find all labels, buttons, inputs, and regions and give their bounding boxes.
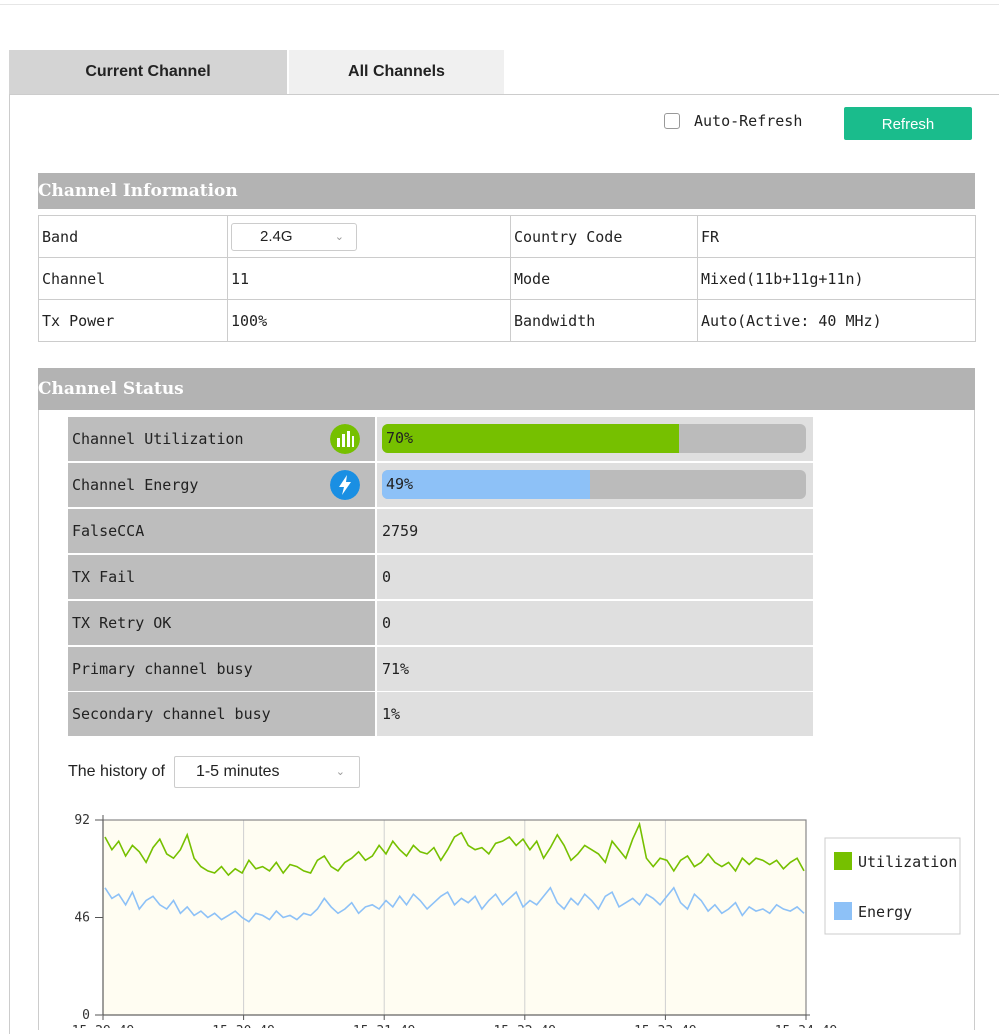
bandwidth-value: Auto(Active: 40 MHz): [697, 299, 976, 342]
chevron-down-icon: ⌄: [334, 230, 344, 243]
energy-progress-fill: [382, 470, 590, 499]
energy-progress-bar: 49%: [382, 470, 806, 499]
channel-label: Channel: [38, 257, 228, 300]
tx-fail-value: 0: [377, 555, 813, 599]
table-row: Primary channel busy 71%: [68, 647, 813, 691]
utilization-label: Channel Utilization: [68, 417, 375, 461]
mode-label: Mode: [510, 257, 698, 300]
utilization-percent: 70%: [386, 429, 414, 447]
history-control: The history of 1-5 minutes ⌄: [68, 756, 360, 788]
table-row: Band 2.4G ⌄ Country Code FR: [38, 215, 976, 258]
lightning-icon: [330, 470, 360, 500]
bar-chart-icon: [330, 424, 360, 454]
channel-value: 11: [227, 257, 511, 300]
history-select[interactable]: 1-5 minutes ⌄: [173, 756, 360, 788]
tx-fail-label: TX Fail: [68, 555, 375, 599]
energy-label: Channel Energy: [68, 463, 375, 507]
table-row: FalseCCA 2759: [68, 509, 813, 553]
primary-channel-busy-label: Primary channel busy: [68, 647, 375, 691]
auto-refresh-control[interactable]: Auto-Refresh: [664, 112, 802, 130]
utilization-progress-fill: [382, 424, 679, 453]
false-cca-label: FalseCCA: [68, 509, 375, 553]
table-row: Channel 11 Mode Mixed(11b+11g+11n): [38, 257, 976, 300]
tx-retry-ok-value: 0: [377, 601, 813, 645]
false-cca-value: 2759: [377, 509, 813, 553]
tx-power-label: Tx Power: [38, 299, 228, 342]
tab-current-channel[interactable]: Current Channel: [9, 50, 287, 94]
top-divider: [0, 4, 999, 5]
energy-row: Channel Energy 49%: [68, 463, 813, 507]
band-label: Band: [38, 215, 228, 258]
utilization-row: Channel Utilization 70%: [68, 417, 813, 461]
channel-status-title: Channel Status: [38, 379, 184, 399]
channel-information-title: Channel Information: [38, 181, 238, 201]
energy-percent: 49%: [386, 475, 414, 493]
tx-power-value: 100%: [227, 299, 511, 342]
table-row: Secondary channel busy 1%: [68, 692, 813, 736]
secondary-channel-busy-label: Secondary channel busy: [68, 692, 375, 736]
refresh-button[interactable]: Refresh: [844, 107, 972, 140]
tx-retry-ok-label: TX Retry OK: [68, 601, 375, 645]
utilization-progress-bar: 70%: [382, 424, 806, 453]
tab-all-channels[interactable]: All Channels: [289, 50, 504, 94]
primary-channel-busy-value: 71%: [377, 647, 813, 691]
table-row: TX Fail 0: [68, 555, 813, 599]
bandwidth-label: Bandwidth: [510, 299, 698, 342]
channel-information-header: Channel Information: [38, 173, 975, 209]
channel-status-header: Channel Status: [38, 368, 975, 410]
band-select[interactable]: 2.4G ⌄: [231, 222, 357, 251]
auto-refresh-checkbox[interactable]: [664, 113, 680, 129]
history-label: The history of: [68, 763, 165, 780]
channel-information-table: Band 2.4G ⌄ Country Code FR Channel 11 M…: [38, 215, 976, 342]
chevron-down-icon: ⌄: [335, 766, 345, 778]
table-row: Tx Power 100% Bandwidth Auto(Active: 40 …: [38, 299, 976, 342]
table-row: TX Retry OK 0: [68, 601, 813, 645]
country-code-value: FR: [697, 215, 976, 258]
secondary-channel-busy-value: 1%: [377, 692, 813, 736]
mode-value: Mixed(11b+11g+11n): [697, 257, 976, 300]
band-select-value: 2.4G: [260, 227, 293, 245]
tab-bar: Current Channel All Channels: [9, 50, 504, 95]
auto-refresh-label: Auto-Refresh: [694, 112, 803, 130]
country-code-label: Country Code: [510, 215, 698, 258]
history-select-value: 1-5 minutes: [195, 763, 280, 780]
